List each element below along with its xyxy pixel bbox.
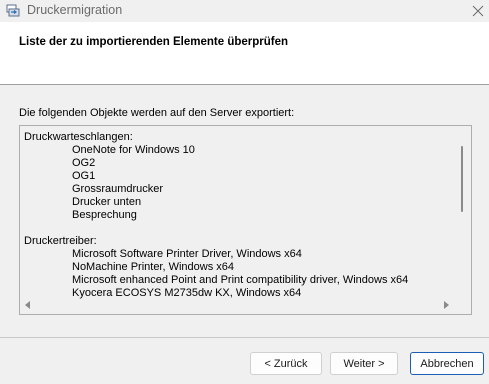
description-text: Die folgenden Objekte werden auf den Ser… [19,107,295,119]
next-button[interactable]: Weiter > [330,352,398,375]
list-item: OG1 [72,170,96,182]
header-panel: Liste der zu importierenden Elemente übe… [0,22,489,85]
scroll-left-icon[interactable] [25,301,30,309]
footer-divider [0,337,489,338]
list-item: Grossraumdrucker [72,183,164,195]
list-item: OneNote for Windows 10 [72,144,195,156]
printer-migration-icon [6,4,20,17]
window-title: Druckermigration [27,3,123,17]
cancel-button[interactable]: Abbrechen [410,352,484,375]
close-icon[interactable] [467,0,489,22]
page-heading: Liste der zu importierenden Elemente übe… [19,36,289,48]
list-item: Besprechung [72,209,137,221]
list-item: OG2 [72,157,96,169]
export-items-list[interactable]: Druckwarteschlangen: OneNote for Windows… [19,125,472,315]
list-item: Microsoft enhanced Point and Print compa… [72,274,409,286]
list-item: NoMachine Printer, Windows x64 [72,261,235,273]
back-button[interactable]: < Zurück [250,352,322,375]
list-content: Druckwarteschlangen: OneNote for Windows… [24,131,454,299]
scroll-right-icon[interactable] [444,301,449,309]
list-item: Drucker unten [72,196,142,208]
group-label-printer-drivers: Druckertreiber: [24,235,97,247]
vertical-scroll-thumb[interactable] [461,146,463,212]
horizontal-scrollbar[interactable] [20,297,471,314]
group-label-print-queues: Druckwarteschlangen: [24,131,133,143]
title-bar: Druckermigration [0,0,489,22]
vertical-scrollbar[interactable] [454,126,471,298]
list-item: Microsoft Software Printer Driver, Windo… [72,248,302,260]
